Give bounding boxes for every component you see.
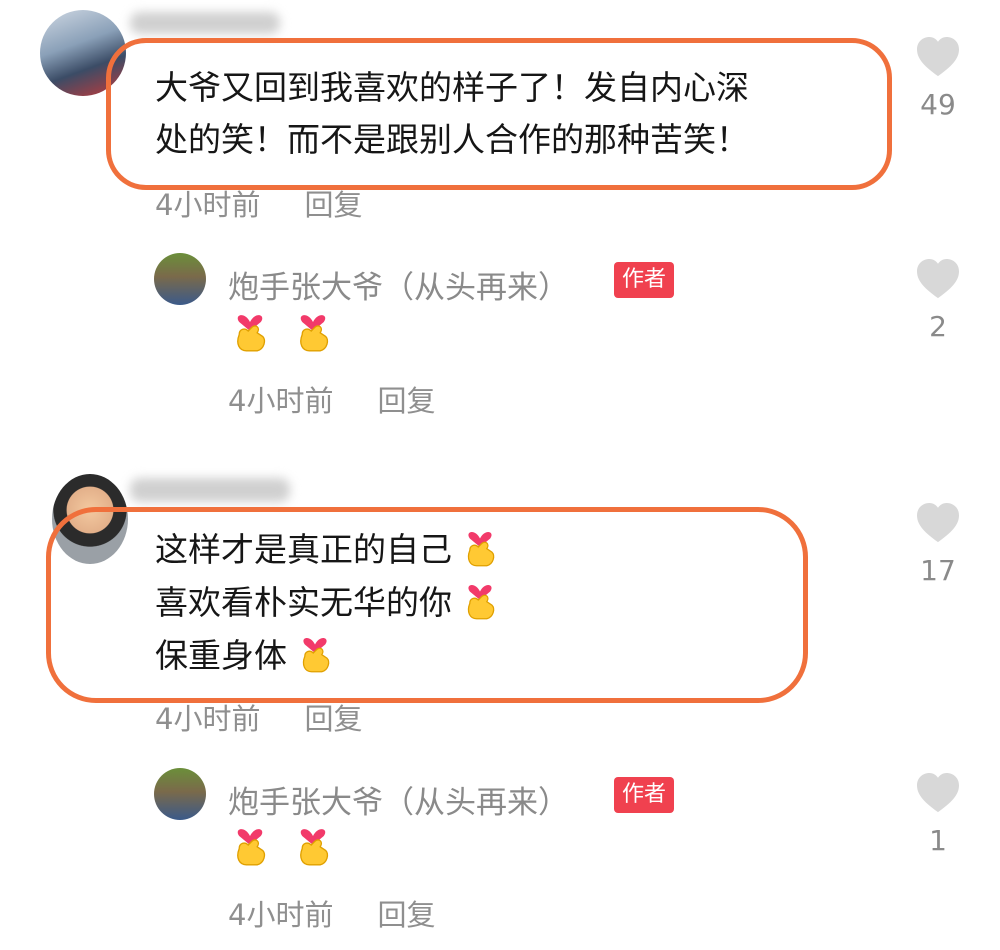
finger-heart-emoji [463, 578, 497, 622]
reply-button[interactable]: 回复 [377, 898, 435, 932]
like-count: 2 [929, 310, 947, 343]
comment-text-line-1: 大爷又回到我喜欢的样子了！发自内心深 [155, 68, 749, 107]
comment-meta: 4小时前 回复 [155, 182, 362, 224]
finger-heart-emoji [295, 308, 331, 354]
like-button[interactable]: 17 [898, 502, 978, 587]
username-blurred[interactable] [130, 478, 290, 502]
comment-text-line-2: 处的笑！而不是跟别人合作的那种苦笑！ [155, 120, 749, 159]
reply-button[interactable]: 回复 [377, 384, 435, 418]
heart-icon [915, 36, 961, 78]
username-blurred[interactable] [130, 12, 280, 34]
like-count: 1 [929, 824, 947, 857]
finger-heart-emoji [232, 822, 268, 868]
comment-time: 4小时前 [155, 188, 261, 222]
finger-heart-emoji [463, 525, 497, 569]
comment-meta: 4小时前 回复 [155, 696, 362, 738]
author-badge: 作者 [614, 777, 675, 813]
comment-time: 4小时前 [155, 702, 261, 736]
reply-time: 4小时前 [228, 384, 334, 418]
reply-button[interactable]: 回复 [304, 702, 362, 736]
finger-heart-emoji [295, 822, 331, 868]
author-name[interactable]: 炮手张大爷（从头再来） [228, 262, 569, 307]
author-avatar[interactable] [154, 768, 206, 820]
comment-text-line-2: 喜欢看朴实无华的你 [155, 575, 497, 631]
author-avatar[interactable] [154, 253, 206, 305]
like-button[interactable]: 1 [898, 772, 978, 857]
reply-time: 4小时前 [228, 898, 334, 932]
author-name[interactable]: 炮手张大爷（从头再来） [228, 777, 569, 822]
like-count: 49 [920, 88, 956, 121]
like-button[interactable]: 49 [898, 36, 978, 121]
like-count: 17 [920, 554, 956, 587]
heart-icon [915, 502, 961, 544]
author-badge: 作者 [614, 262, 675, 298]
reply-meta: 4小时前 回复 [228, 378, 435, 420]
reply-meta: 4小时前 回复 [228, 892, 435, 934]
heart-icon [915, 772, 961, 814]
reply-emojis [232, 308, 331, 358]
heart-icon [915, 258, 961, 300]
finger-heart-emoji [232, 308, 268, 354]
finger-heart-emoji [298, 631, 332, 675]
comment-text-line-1: 这样才是真正的自己 [155, 522, 497, 578]
like-button[interactable]: 2 [898, 258, 978, 343]
comment-text-line-3: 保重身体 [155, 628, 332, 684]
reply-emojis [232, 822, 331, 872]
reply-button[interactable]: 回复 [304, 188, 362, 222]
